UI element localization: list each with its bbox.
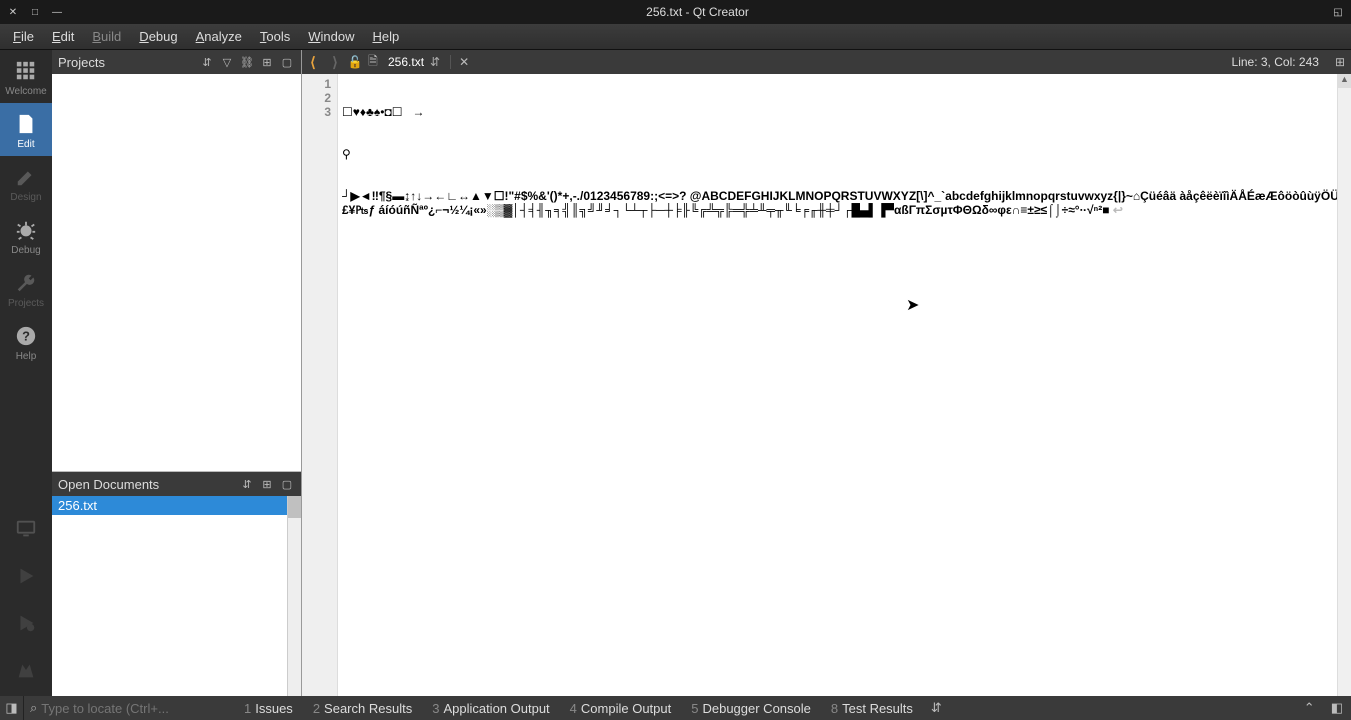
output-compile-output[interactable]: 4Compile Output xyxy=(560,701,682,716)
opendocs-panel-title: Open Documents xyxy=(58,477,235,492)
close-panel-icon[interactable]: ▢ xyxy=(279,476,295,492)
status-bar: ◨ ⌕ 1Issues 2Search Results 3Application… xyxy=(0,696,1351,720)
toggle-right-sidebar-icon[interactable]: ◧ xyxy=(1323,700,1351,716)
output-issues[interactable]: 1Issues xyxy=(234,701,303,716)
help-icon: ? xyxy=(13,323,39,349)
menu-debug[interactable]: Debug xyxy=(130,26,186,47)
locator-input[interactable] xyxy=(41,701,211,716)
menu-window[interactable]: Window xyxy=(299,26,363,47)
split-panel-icon[interactable]: ⊞ xyxy=(259,476,275,492)
document-icon xyxy=(13,111,39,137)
monitor-icon[interactable] xyxy=(15,508,37,555)
line-number: 1 xyxy=(302,77,331,91)
projects-panel-header: Projects ⇵ ▽ ⛓ ⊞ ▢ xyxy=(52,50,301,74)
scrollbar[interactable] xyxy=(287,496,301,696)
output-search-results[interactable]: 2Search Results xyxy=(303,701,422,716)
mode-label: Projects xyxy=(8,298,44,309)
close-tab-icon[interactable]: ✕ xyxy=(450,55,477,69)
build-icon[interactable] xyxy=(15,649,37,696)
close-panel-icon[interactable]: ▢ xyxy=(279,54,295,70)
window-max-icon[interactable]: □ xyxy=(30,7,40,17)
bug-icon xyxy=(13,217,39,243)
wrench-icon xyxy=(13,270,39,296)
menu-file[interactable]: File xyxy=(4,26,43,47)
file-icon: 🗎 xyxy=(364,52,382,73)
open-document-item[interactable]: 256.txt xyxy=(52,496,301,515)
code-line: ┘▶◄‼¶§▬↨↑↓→←∟↔▲▼☐!"#$%&'()*+,-./01234567… xyxy=(342,189,1346,217)
chevron-updown-icon[interactable]: ⇵ xyxy=(239,476,255,492)
svg-text:?: ? xyxy=(22,329,30,344)
menu-tools[interactable]: Tools xyxy=(251,26,299,47)
locator[interactable]: ⌕ xyxy=(24,700,234,716)
mode-debug[interactable]: Debug xyxy=(0,209,52,262)
wrap-indicator-icon: ↩ xyxy=(1113,203,1123,217)
projects-panel-title: Projects xyxy=(58,55,195,70)
link-icon[interactable]: ⛓ xyxy=(239,54,255,70)
nav-forward-icon[interactable]: ⟩ xyxy=(324,51,346,73)
split-editor-icon[interactable]: ⊞ xyxy=(1329,55,1351,69)
menu-edit[interactable]: Edit xyxy=(43,26,83,47)
scroll-up-icon[interactable]: ▲ xyxy=(1338,74,1351,88)
code-content[interactable]: ☐♥♦♣♠•◘☐ → ⚲ ┘▶◄‼¶§▬↨↑↓→←∟↔▲▼☐!"#$%&'()*… xyxy=(338,74,1351,696)
cursor-position[interactable]: Line: 3, Col: 243 xyxy=(1222,55,1329,69)
menu-analyze[interactable]: Analyze xyxy=(187,26,251,47)
mode-edit[interactable]: Edit xyxy=(0,103,52,156)
mode-welcome[interactable]: Welcome xyxy=(0,50,52,103)
title-bar: ✕ □ — 256.txt - Qt Creator ◱ xyxy=(0,0,1351,24)
code-editor[interactable]: 1 2 3 ☐♥♦♣♠•◘☐ → ⚲ ┘▶◄‼¶§▬↨↑↓→←∟↔▲▼☐!"#$… xyxy=(302,74,1351,696)
line-gutter: 1 2 3 xyxy=(302,74,338,696)
toggle-left-sidebar-icon[interactable]: ◨ xyxy=(0,696,24,720)
mode-label: Edit xyxy=(17,139,34,150)
nav-back-icon[interactable]: ⟨ xyxy=(302,51,324,73)
grid-icon xyxy=(13,58,39,84)
search-icon: ⌕ xyxy=(30,700,37,716)
code-line: ⚲ xyxy=(342,147,1347,161)
menu-bar: File Edit Build Debug Analyze Tools Wind… xyxy=(0,24,1351,50)
side-column: Projects ⇵ ▽ ⛓ ⊞ ▢ Open Documents ⇵ ⊞ ▢ … xyxy=(52,50,302,696)
split-panel-icon[interactable]: ⊞ xyxy=(259,54,275,70)
mode-help[interactable]: ? Help xyxy=(0,315,52,368)
menu-build[interactable]: Build xyxy=(83,26,130,47)
projects-tree[interactable] xyxy=(52,74,301,472)
lock-icon[interactable]: 🔓 xyxy=(346,55,364,69)
window-min-icon[interactable]: — xyxy=(52,7,62,17)
chevron-updown-icon[interactable]: ⇵ xyxy=(199,54,215,70)
run-icon[interactable] xyxy=(15,555,37,602)
window-title: 256.txt - Qt Creator xyxy=(62,5,1333,19)
scrollbar[interactable]: ▲ xyxy=(1337,74,1351,696)
editor-area: ⟨ ⟩ 🔓 🗎 256.txt ⇵ ✕ Line: 3, Col: 243 ⊞ … xyxy=(302,50,1351,696)
code-line: ☐♥♦♣♠•◘☐ → xyxy=(342,105,1347,119)
progress-toggle-icon[interactable]: ⌃ xyxy=(1296,700,1323,716)
run-debug-icon[interactable] xyxy=(15,602,37,649)
pencil-icon xyxy=(13,164,39,190)
line-number: 3 xyxy=(302,105,331,119)
mode-design[interactable]: Design xyxy=(0,156,52,209)
window-restore-icon[interactable]: ◱ xyxy=(1333,7,1343,17)
chevron-updown-icon[interactable]: ⇵ xyxy=(430,55,446,69)
editor-tab-title[interactable]: 256.txt xyxy=(382,55,430,69)
mode-label: Debug xyxy=(11,245,40,256)
open-documents-list: 256.txt xyxy=(52,496,301,696)
output-test-results[interactable]: 8Test Results xyxy=(821,701,923,716)
chevron-updown-icon[interactable]: ⇵ xyxy=(923,700,950,716)
mode-bar: Welcome Edit Design Debug Projects ? Hel… xyxy=(0,50,52,696)
opendocs-panel-header: Open Documents ⇵ ⊞ ▢ xyxy=(52,472,301,496)
output-debugger-console[interactable]: 5Debugger Console xyxy=(681,701,821,716)
menu-help[interactable]: Help xyxy=(363,26,408,47)
mode-label: Design xyxy=(10,192,41,203)
mode-label: Welcome xyxy=(5,86,47,97)
editor-toolbar: ⟨ ⟩ 🔓 🗎 256.txt ⇵ ✕ Line: 3, Col: 243 ⊞ xyxy=(302,50,1351,74)
filter-icon[interactable]: ▽ xyxy=(219,54,235,70)
window-close-icon[interactable]: ✕ xyxy=(8,7,18,17)
output-application-output[interactable]: 3Application Output xyxy=(422,701,559,716)
mode-projects[interactable]: Projects xyxy=(0,262,52,315)
mode-label: Help xyxy=(16,351,37,362)
line-number: 2 xyxy=(302,91,331,105)
